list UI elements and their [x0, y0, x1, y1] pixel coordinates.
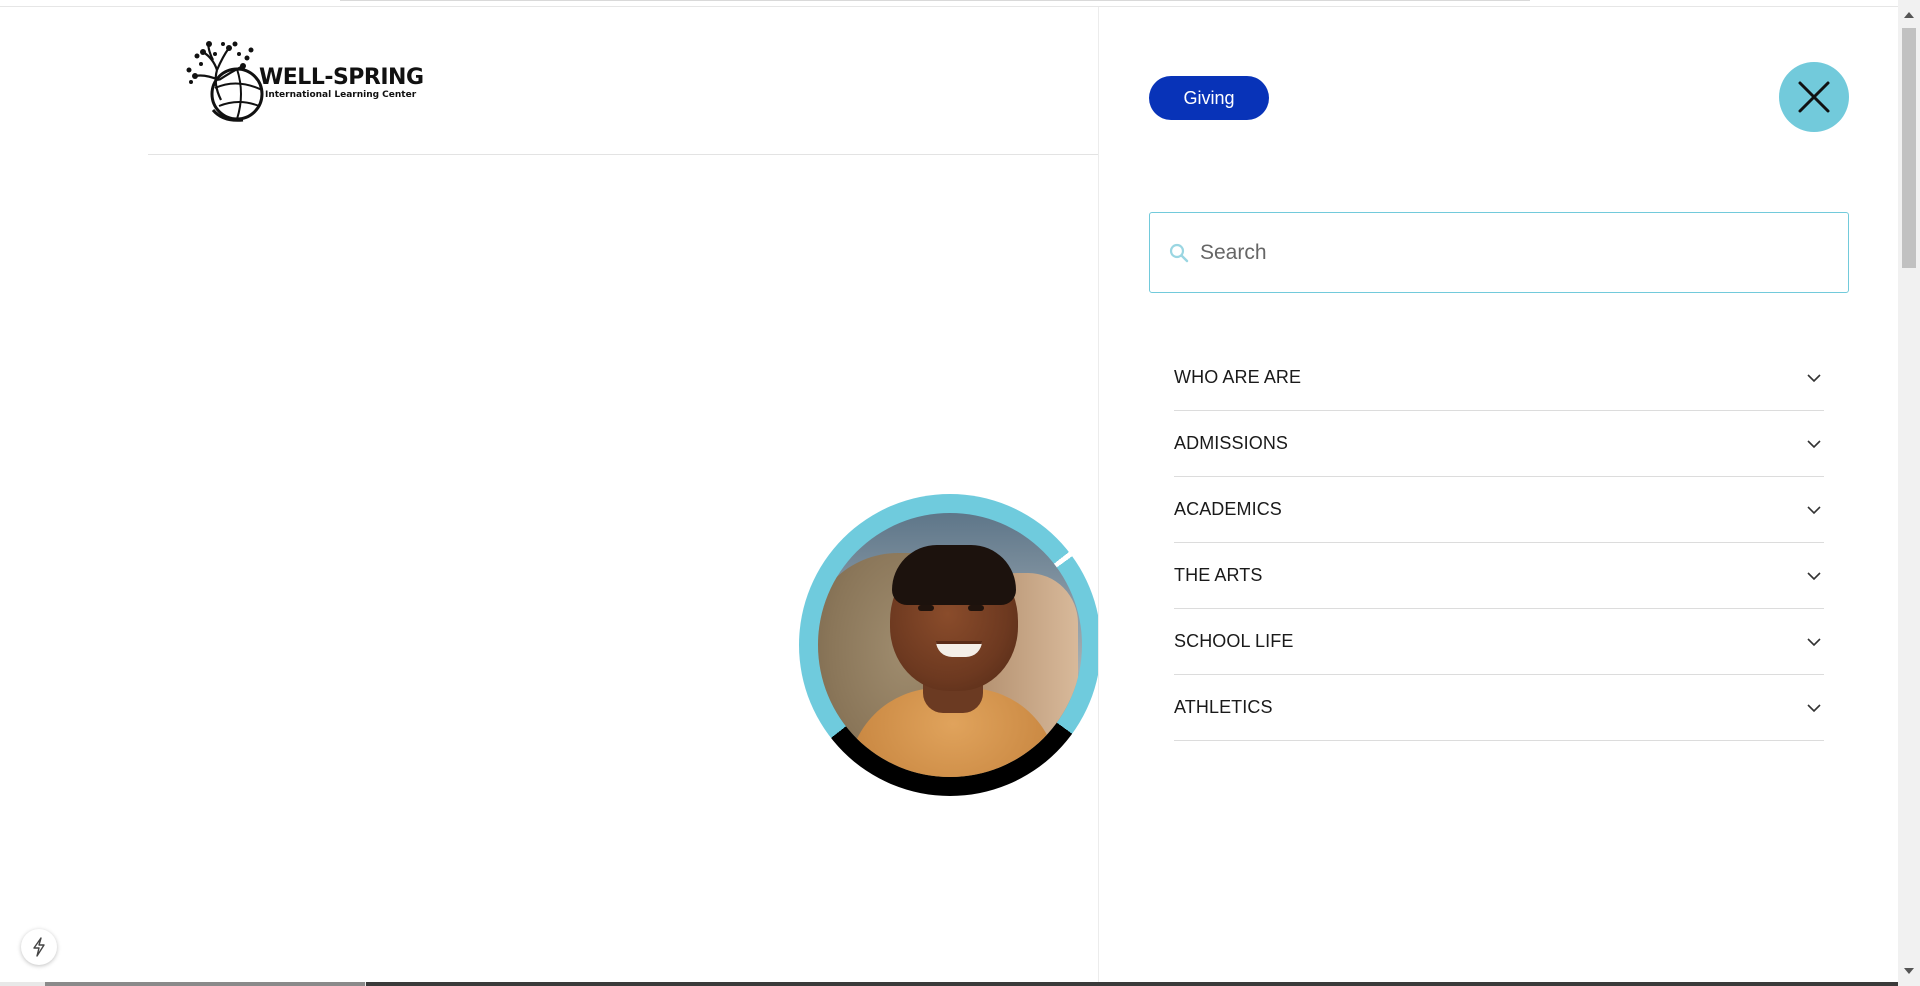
bottom-strip-segment — [45, 982, 365, 986]
logo-text: WELL-SPRING International Learning Cente… — [259, 64, 424, 101]
nav-drawer: Giving WHO ARE ARE ADMISSIONS ACADEMICS — [1098, 7, 1898, 986]
top-border — [340, 0, 1530, 1]
nav-item-label: ATHLETICS — [1174, 697, 1273, 717]
chevron-down-icon — [1807, 373, 1821, 382]
chevron-down-icon — [1807, 505, 1821, 514]
chevron-down-icon — [1807, 703, 1821, 712]
hero-photo — [818, 513, 1082, 777]
close-button[interactable] — [1779, 62, 1849, 132]
scroll-up-arrow[interactable] — [1904, 12, 1914, 18]
hero-portrait — [799, 494, 1101, 796]
nav-item-label: WHO ARE ARE — [1174, 367, 1302, 387]
nav-item-admissions[interactable]: ADMISSIONS — [1174, 411, 1824, 477]
logo-name: WELL-SPRING — [259, 64, 424, 90]
search-box[interactable] — [1149, 212, 1849, 293]
bolt-widget-button[interactable] — [21, 929, 57, 965]
close-icon — [1798, 81, 1830, 113]
bolt-icon — [33, 937, 45, 957]
nav-item-school-life[interactable]: SCHOOL LIFE — [1174, 609, 1824, 675]
nav-item-who-we-are[interactable]: WHO ARE ARE — [1174, 345, 1824, 411]
chevron-down-icon — [1807, 637, 1821, 646]
search-icon — [1168, 242, 1190, 264]
giving-button[interactable]: Giving — [1149, 76, 1269, 120]
nav-item-label: SCHOOL LIFE — [1174, 631, 1294, 651]
page-scrollbar[interactable] — [1898, 0, 1920, 986]
nav-item-academics[interactable]: ACADEMICS — [1174, 477, 1824, 543]
nav-item-label: THE ARTS — [1174, 565, 1263, 585]
bottom-strip-dark — [366, 982, 1898, 986]
chevron-down-icon — [1807, 571, 1821, 580]
nav-item-label: ACADEMICS — [1174, 499, 1282, 519]
site-logo[interactable]: WELL-SPRING International Learning Cente… — [183, 40, 428, 122]
scroll-down-arrow[interactable] — [1904, 968, 1914, 974]
drawer-nav: WHO ARE ARE ADMISSIONS ACADEMICS THE ART… — [1174, 345, 1824, 741]
nav-item-athletics[interactable]: ATHLETICS — [1174, 675, 1824, 741]
scroll-thumb[interactable] — [1902, 28, 1916, 268]
nav-item-label: ADMISSIONS — [1174, 433, 1289, 453]
header-divider — [148, 154, 1098, 155]
search-input[interactable] — [1200, 240, 1800, 265]
chevron-down-icon — [1807, 439, 1821, 448]
logo-subtitle: International Learning Center — [265, 89, 417, 100]
nav-item-the-arts[interactable]: THE ARTS — [1174, 543, 1824, 609]
